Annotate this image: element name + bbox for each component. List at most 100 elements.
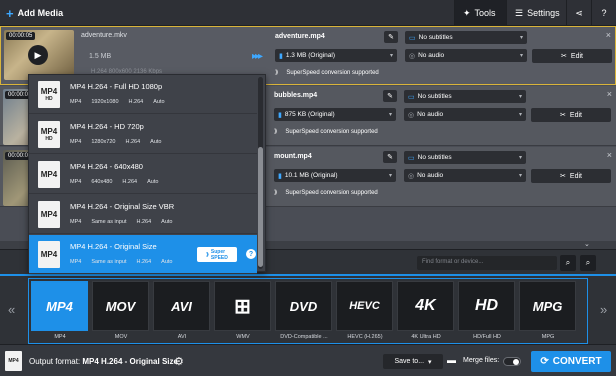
preset-title: MP4 H.264 - 640x480 [70, 162, 143, 171]
mp4-logo: MP4 [31, 281, 88, 331]
preset-meta: MP4 640x480 H.264 Auto [70, 179, 159, 185]
superspeed-info: ⟫ SuperSpeed conversion supported [274, 189, 378, 197]
close-icon[interactable]: × [606, 30, 611, 40]
subtitles-select[interactable]: ▭ No subtitles ▾ [404, 90, 526, 103]
scroll-left-icon[interactable]: « [8, 302, 15, 317]
duration-badge: 00:00:05 [6, 32, 36, 40]
output-size-select[interactable]: ▮ 875 KB (Original) ▾ [274, 108, 396, 121]
convert-arrow-icon: ▸▸▸ [252, 51, 263, 62]
format-label: MPG [541, 334, 555, 340]
format-tile-hd[interactable]: HD HD/Full HD [458, 281, 515, 343]
preset-item[interactable]: MP4 MP4 H.264 - 640x480 MP4 640x480 H.264 A… [29, 155, 257, 194]
search-icon[interactable]: ⌕ [560, 255, 576, 271]
convert-button[interactable]: ⟳ CONVERT [531, 351, 611, 372]
merge-files-label: Merge files: [463, 357, 500, 364]
edit-button[interactable]: ✂ Edit [532, 49, 612, 63]
format-tile-4k[interactable]: 4K 4K Ultra HD [397, 281, 454, 343]
scrollbar-thumb[interactable] [258, 147, 263, 267]
edit-button[interactable]: ✂ Edit [531, 169, 611, 183]
save-to-button[interactable]: Save to... ▾ [383, 354, 443, 369]
help-button[interactable]: ? [591, 0, 616, 26]
folder-icon[interactable]: ▬ [447, 355, 456, 365]
chevron-down-icon: ▾ [388, 112, 392, 118]
save-to-label: Save to... [394, 358, 425, 365]
rename-pencil-icon[interactable]: ✎ [383, 151, 397, 163]
subtitles-select[interactable]: ▭ No subtitles ▾ [404, 151, 526, 164]
output-format-value: MP4 H.264 - Original Size [82, 357, 178, 366]
superspeed-badge: ⟫ Super SPEED [197, 247, 237, 262]
preset-item[interactable]: MP4 MP4 H.264 - Original Size VBR MP4 Sam… [29, 195, 257, 234]
format-label: MP4 [54, 334, 66, 340]
chevron-down-icon: ▾ [389, 53, 393, 59]
share-icon: ⋖ [575, 7, 583, 18]
format-label: AVI [177, 334, 187, 340]
format-search-input[interactable]: Find format or device... [417, 256, 557, 270]
gear-icon[interactable]: ⚙ [174, 355, 184, 368]
audio-select[interactable]: ◎ No audio ▾ [404, 169, 526, 182]
rename-pencil-icon[interactable]: ✎ [383, 90, 397, 102]
settings-button[interactable]: ☰ Settings [506, 0, 566, 26]
format-tile-mp4[interactable]: MP4 MP4 [31, 281, 88, 343]
play-icon[interactable]: ▶ [28, 45, 48, 65]
close-icon[interactable]: × [607, 150, 612, 160]
format-tile-mpg[interactable]: MPG MPG [519, 281, 576, 343]
format-tile-hevc[interactable]: HEVC HEVC (H.265) [336, 281, 393, 343]
tools-button[interactable]: ✦ Tools [454, 0, 506, 26]
format-label: HEVC (H.265) [347, 334, 383, 340]
output-format-label: Output format: [29, 357, 81, 366]
output-size-select[interactable]: ▮ 1.3 MB (Original) ▾ [275, 49, 397, 62]
chevron-down-icon: ▾ [518, 112, 522, 118]
preset-dropdown: MP4 HD MP4 H.264 - Full HD 1080p MP4 1920x… [28, 74, 266, 274]
merge-files-toggle[interactable] [503, 357, 521, 366]
subtitles-icon: ▭ [408, 93, 415, 101]
close-icon[interactable]: × [607, 89, 612, 99]
superspeed-info: ⟫ SuperSpeed conversion supported [275, 69, 379, 77]
mov-logo: MOV [92, 281, 149, 331]
edit-label: Edit [570, 52, 583, 60]
rename-pencil-icon[interactable]: ✎ [384, 31, 398, 43]
settings-label: Settings [527, 8, 560, 18]
chevron-down-icon: ▾ [388, 173, 392, 179]
audio-icon: ◎ [409, 52, 416, 60]
mp4-icon: MP4 [5, 351, 22, 371]
output-file-name: adventure.mp4 [275, 33, 325, 40]
audio-select[interactable]: ◎ No audio ▾ [405, 49, 527, 62]
superspeed-icon: ⟫ [274, 190, 278, 196]
chevron-down-icon: ▾ [428, 358, 432, 366]
preset-title: MP4 H.264 - HD 720p [70, 122, 144, 131]
chevron-down-icon[interactable]: ⌄ [584, 240, 590, 248]
toggle-knob [513, 359, 519, 365]
help-icon[interactable]: ? [246, 249, 256, 259]
source-file-name: adventure.mkv [81, 32, 127, 39]
preset-item-selected[interactable]: MP4 MP4 H.264 - Original Size MP4 Same as… [29, 235, 257, 274]
edit-button[interactable]: ✂ Edit [531, 108, 611, 122]
output-format: Output format: MP4 H.264 - Original Size [29, 357, 178, 366]
share-button[interactable]: ⋖ [566, 0, 591, 26]
preset-item[interactable]: MP4 HD MP4 H.264 - Full HD 1080p MP4 1920x… [29, 75, 257, 114]
windows-logo-icon: ⊞ [214, 281, 271, 331]
subtitles-value: No subtitles [417, 154, 452, 161]
file-icon: ▮ [278, 111, 282, 119]
preset-meta: MP4 Same as input H.264 Auto [70, 259, 173, 265]
add-media-button[interactable]: + Add Media [0, 0, 72, 26]
scroll-right-icon[interactable]: » [600, 302, 607, 317]
preset-item[interactable]: MP4 HD MP4 H.264 - HD 720p MP4 1280x720 H.2… [29, 115, 257, 154]
mp4-hd-icon: MP4 HD [38, 81, 60, 108]
dropdown-scrollbar[interactable] [258, 77, 263, 269]
chevron-down-icon: ▾ [518, 94, 522, 100]
device-detect-icon[interactable]: ⌕ [580, 255, 596, 271]
video-thumbnail[interactable]: 00:00:05 ▶ [4, 30, 74, 80]
output-size-select[interactable]: ▮ 10.1 MB (Original) ▾ [274, 169, 396, 182]
subtitles-select[interactable]: ▭ No subtitles ▾ [405, 31, 527, 44]
preset-title: MP4 H.264 - Original Size [70, 242, 157, 251]
format-tile-avi[interactable]: AVI AVI [153, 281, 210, 343]
audio-select[interactable]: ◎ No audio ▾ [404, 108, 526, 121]
preset-meta: MP4 1280x720 H.264 Auto [70, 139, 162, 145]
avi-logo: AVI [153, 281, 210, 331]
superspeed-icon: ⟫ [206, 251, 209, 258]
subtitles-value: No subtitles [417, 93, 452, 100]
format-tile-dvd[interactable]: DVD DVD-Compatible ... [275, 281, 332, 343]
format-tile-mov[interactable]: MOV MOV [92, 281, 149, 343]
scissors-icon: ✂ [560, 112, 566, 119]
format-tile-wmv[interactable]: ⊞ WMV [214, 281, 271, 343]
